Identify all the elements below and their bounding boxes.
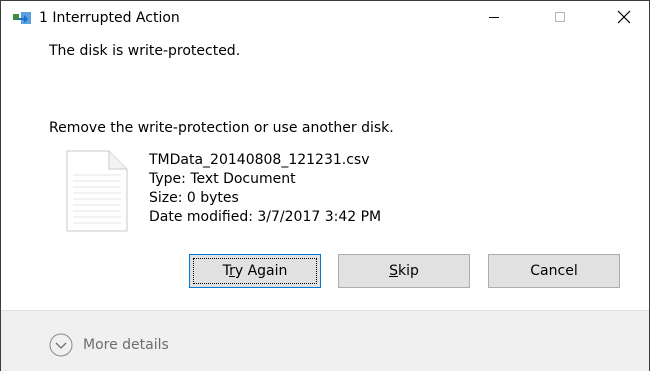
instruction-message: Remove the write-protection or use anoth…: [49, 120, 394, 136]
window-title: 1 Interrupted Action: [39, 10, 180, 26]
dialog-footer: More details: [1, 310, 649, 371]
skip-label: Skip: [389, 263, 419, 279]
interrupted-action-dialog: 1 Interrupted Action The disk is write-p…: [0, 0, 650, 371]
close-icon: [617, 10, 631, 24]
chevron-down-circle-icon: [49, 333, 73, 357]
maximize-button: [537, 1, 583, 33]
cancel-label: Cancel: [530, 263, 578, 279]
minimize-icon: [489, 17, 499, 18]
close-button[interactable]: [601, 1, 647, 33]
file-type: Type: Text Document: [149, 171, 296, 187]
minimize-button[interactable]: [471, 1, 517, 33]
file-transfer-icon: [13, 12, 31, 24]
more-details-toggle[interactable]: More details: [49, 333, 169, 357]
more-details-label: More details: [83, 337, 169, 353]
file-size: Size: 0 bytes: [149, 190, 239, 206]
try-again-label: Try Again: [222, 263, 288, 279]
cancel-button[interactable]: Cancel: [488, 254, 620, 288]
skip-button[interactable]: Skip: [338, 254, 470, 288]
text-document-icon: [66, 150, 128, 232]
title-bar: 1 Interrupted Action: [1, 1, 649, 34]
file-date-modified: Date modified: 3/7/2017 3:42 PM: [149, 209, 382, 225]
error-message: The disk is write-protected.: [49, 43, 241, 59]
file-name: TMData_20140808_121231.csv: [149, 152, 370, 168]
file-details: TMData_20140808_121231.csv Type: Text Do…: [149, 151, 381, 227]
try-again-button[interactable]: Try Again: [189, 254, 321, 288]
maximize-icon: [555, 12, 565, 22]
